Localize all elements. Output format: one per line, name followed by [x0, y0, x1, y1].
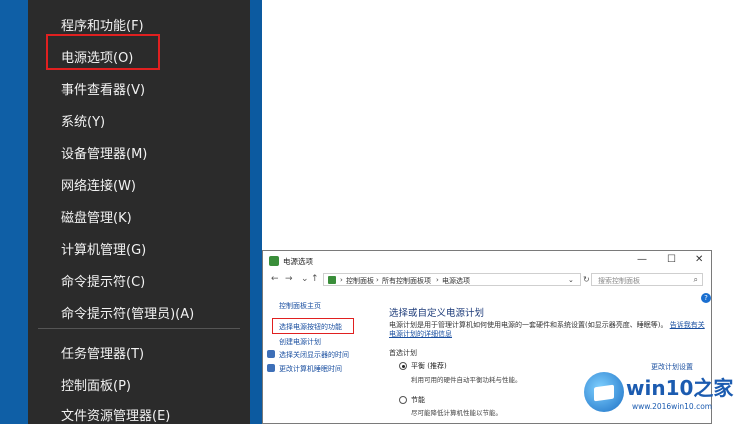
desktop-accent-strip	[0, 0, 28, 424]
control-panel-icon	[328, 276, 336, 284]
link-create-power-plan[interactable]: 创建电源计划	[279, 337, 321, 347]
watermark-title: win10之家	[626, 376, 734, 400]
menu-item-device-manager[interactable]: 设备管理器(M)	[61, 143, 147, 162]
highlight-box	[46, 34, 160, 70]
link-power-button-function[interactable]: 选择电源按钮的功能	[279, 322, 342, 332]
menu-divider	[38, 328, 240, 329]
plan-balanced[interactable]: 平衡 (推荐)	[411, 361, 447, 371]
page-title: 选择或自定义电源计划	[389, 308, 485, 319]
menu-item-control-panel[interactable]: 控制面板(P)	[61, 375, 131, 394]
title-bar: 电源选项 — ☐ ✕	[263, 251, 711, 271]
menu-item-cmd-admin[interactable]: 命令提示符(管理员)(A)	[61, 303, 194, 322]
description-text: 电源计划是用于管理计算机如何使用电源的一套硬件和系统设置(如显示器亮度、睡眠等)…	[389, 321, 668, 329]
winx-menu: 程序和功能(F) 电源选项(O) 事件查看器(V) 系统(Y) 设备管理器(M)…	[28, 0, 250, 424]
plan-power-saver[interactable]: 节能	[411, 395, 425, 405]
breadcrumb-separator: ›	[376, 276, 379, 284]
address-bar[interactable]: › 控制面板 › 所有控制面板项 › 电源选项 ⌄	[323, 273, 581, 286]
desktop-background	[250, 0, 262, 424]
search-input[interactable]: 搜索控制面板 ⌕	[591, 273, 703, 286]
menu-item-task-manager[interactable]: 任务管理器(T)	[61, 343, 144, 362]
display-icon	[267, 350, 275, 358]
menu-item-system[interactable]: 系统(Y)	[61, 111, 105, 130]
link-control-panel-home[interactable]: 控制面板主页	[279, 301, 321, 311]
menu-item-network[interactable]: 网络连接(W)	[61, 175, 136, 194]
link-display-off-time[interactable]: 选择关闭显示器的时间	[279, 350, 349, 360]
page-description: 电源计划是用于管理计算机如何使用电源的一套硬件和系统设置(如显示器亮度、睡眠等)…	[389, 321, 705, 339]
menu-item-file-explorer[interactable]: 文件资源管理器(E)	[61, 405, 170, 424]
breadcrumb-all-items[interactable]: 所有控制面板项	[382, 276, 431, 286]
menu-item-computer-management[interactable]: 计算机管理(G)	[61, 239, 146, 258]
dropdown-chevron-icon[interactable]: ⌄	[568, 276, 574, 284]
breadcrumb-control-panel[interactable]: 控制面板	[346, 276, 374, 286]
menu-item-programs[interactable]: 程序和功能(F)	[61, 15, 144, 34]
maximize-icon[interactable]: ☐	[667, 254, 676, 265]
plan-power-saver-desc: 尽可能降低计算机性能以节能。	[411, 409, 502, 417]
close-icon[interactable]: ✕	[695, 254, 703, 265]
sleep-icon	[267, 364, 275, 372]
search-placeholder: 搜索控制面板	[598, 277, 640, 285]
breadcrumb-separator: ›	[340, 276, 343, 284]
balanced-radio[interactable]	[399, 362, 407, 370]
refresh-icon[interactable]: ↻	[583, 275, 590, 284]
breadcrumb-separator: ›	[436, 276, 439, 284]
plan-section-header: 首选计划	[389, 349, 417, 357]
window-title: 电源选项	[283, 257, 313, 266]
power-options-icon	[269, 256, 279, 266]
power-saver-radio[interactable]	[399, 396, 407, 404]
up-arrow-icon[interactable]: ↑	[311, 274, 319, 284]
menu-item-event-viewer[interactable]: 事件查看器(V)	[61, 79, 145, 98]
win10-logo-icon	[584, 372, 624, 412]
watermark-url: www.2016win10.com	[632, 402, 713, 411]
search-icon: ⌕	[693, 275, 698, 284]
plan-balanced-desc: 利用可用的硬件自动平衡功耗与性能。	[411, 376, 522, 384]
breadcrumb-power-options[interactable]: 电源选项	[442, 276, 470, 286]
forward-arrow-icon[interactable]: →	[285, 274, 293, 284]
link-sleep-time[interactable]: 更改计算机睡眠时间	[279, 364, 342, 374]
menu-item-cmd[interactable]: 命令提示符(C)	[61, 271, 145, 290]
navigation-bar: ← → ⌄ ↑ › 控制面板 › 所有控制面板项 › 电源选项 ⌄ ↻ 搜索控制…	[263, 271, 711, 289]
menu-item-disk-management[interactable]: 磁盘管理(K)	[61, 207, 132, 226]
minimize-icon[interactable]: —	[637, 254, 647, 265]
back-arrow-icon[interactable]: ←	[271, 274, 279, 284]
chevron-down-icon[interactable]: ⌄	[301, 274, 309, 284]
watermark: win10之家 www.2016win10.com	[580, 364, 750, 424]
help-icon[interactable]: ?	[701, 293, 711, 303]
